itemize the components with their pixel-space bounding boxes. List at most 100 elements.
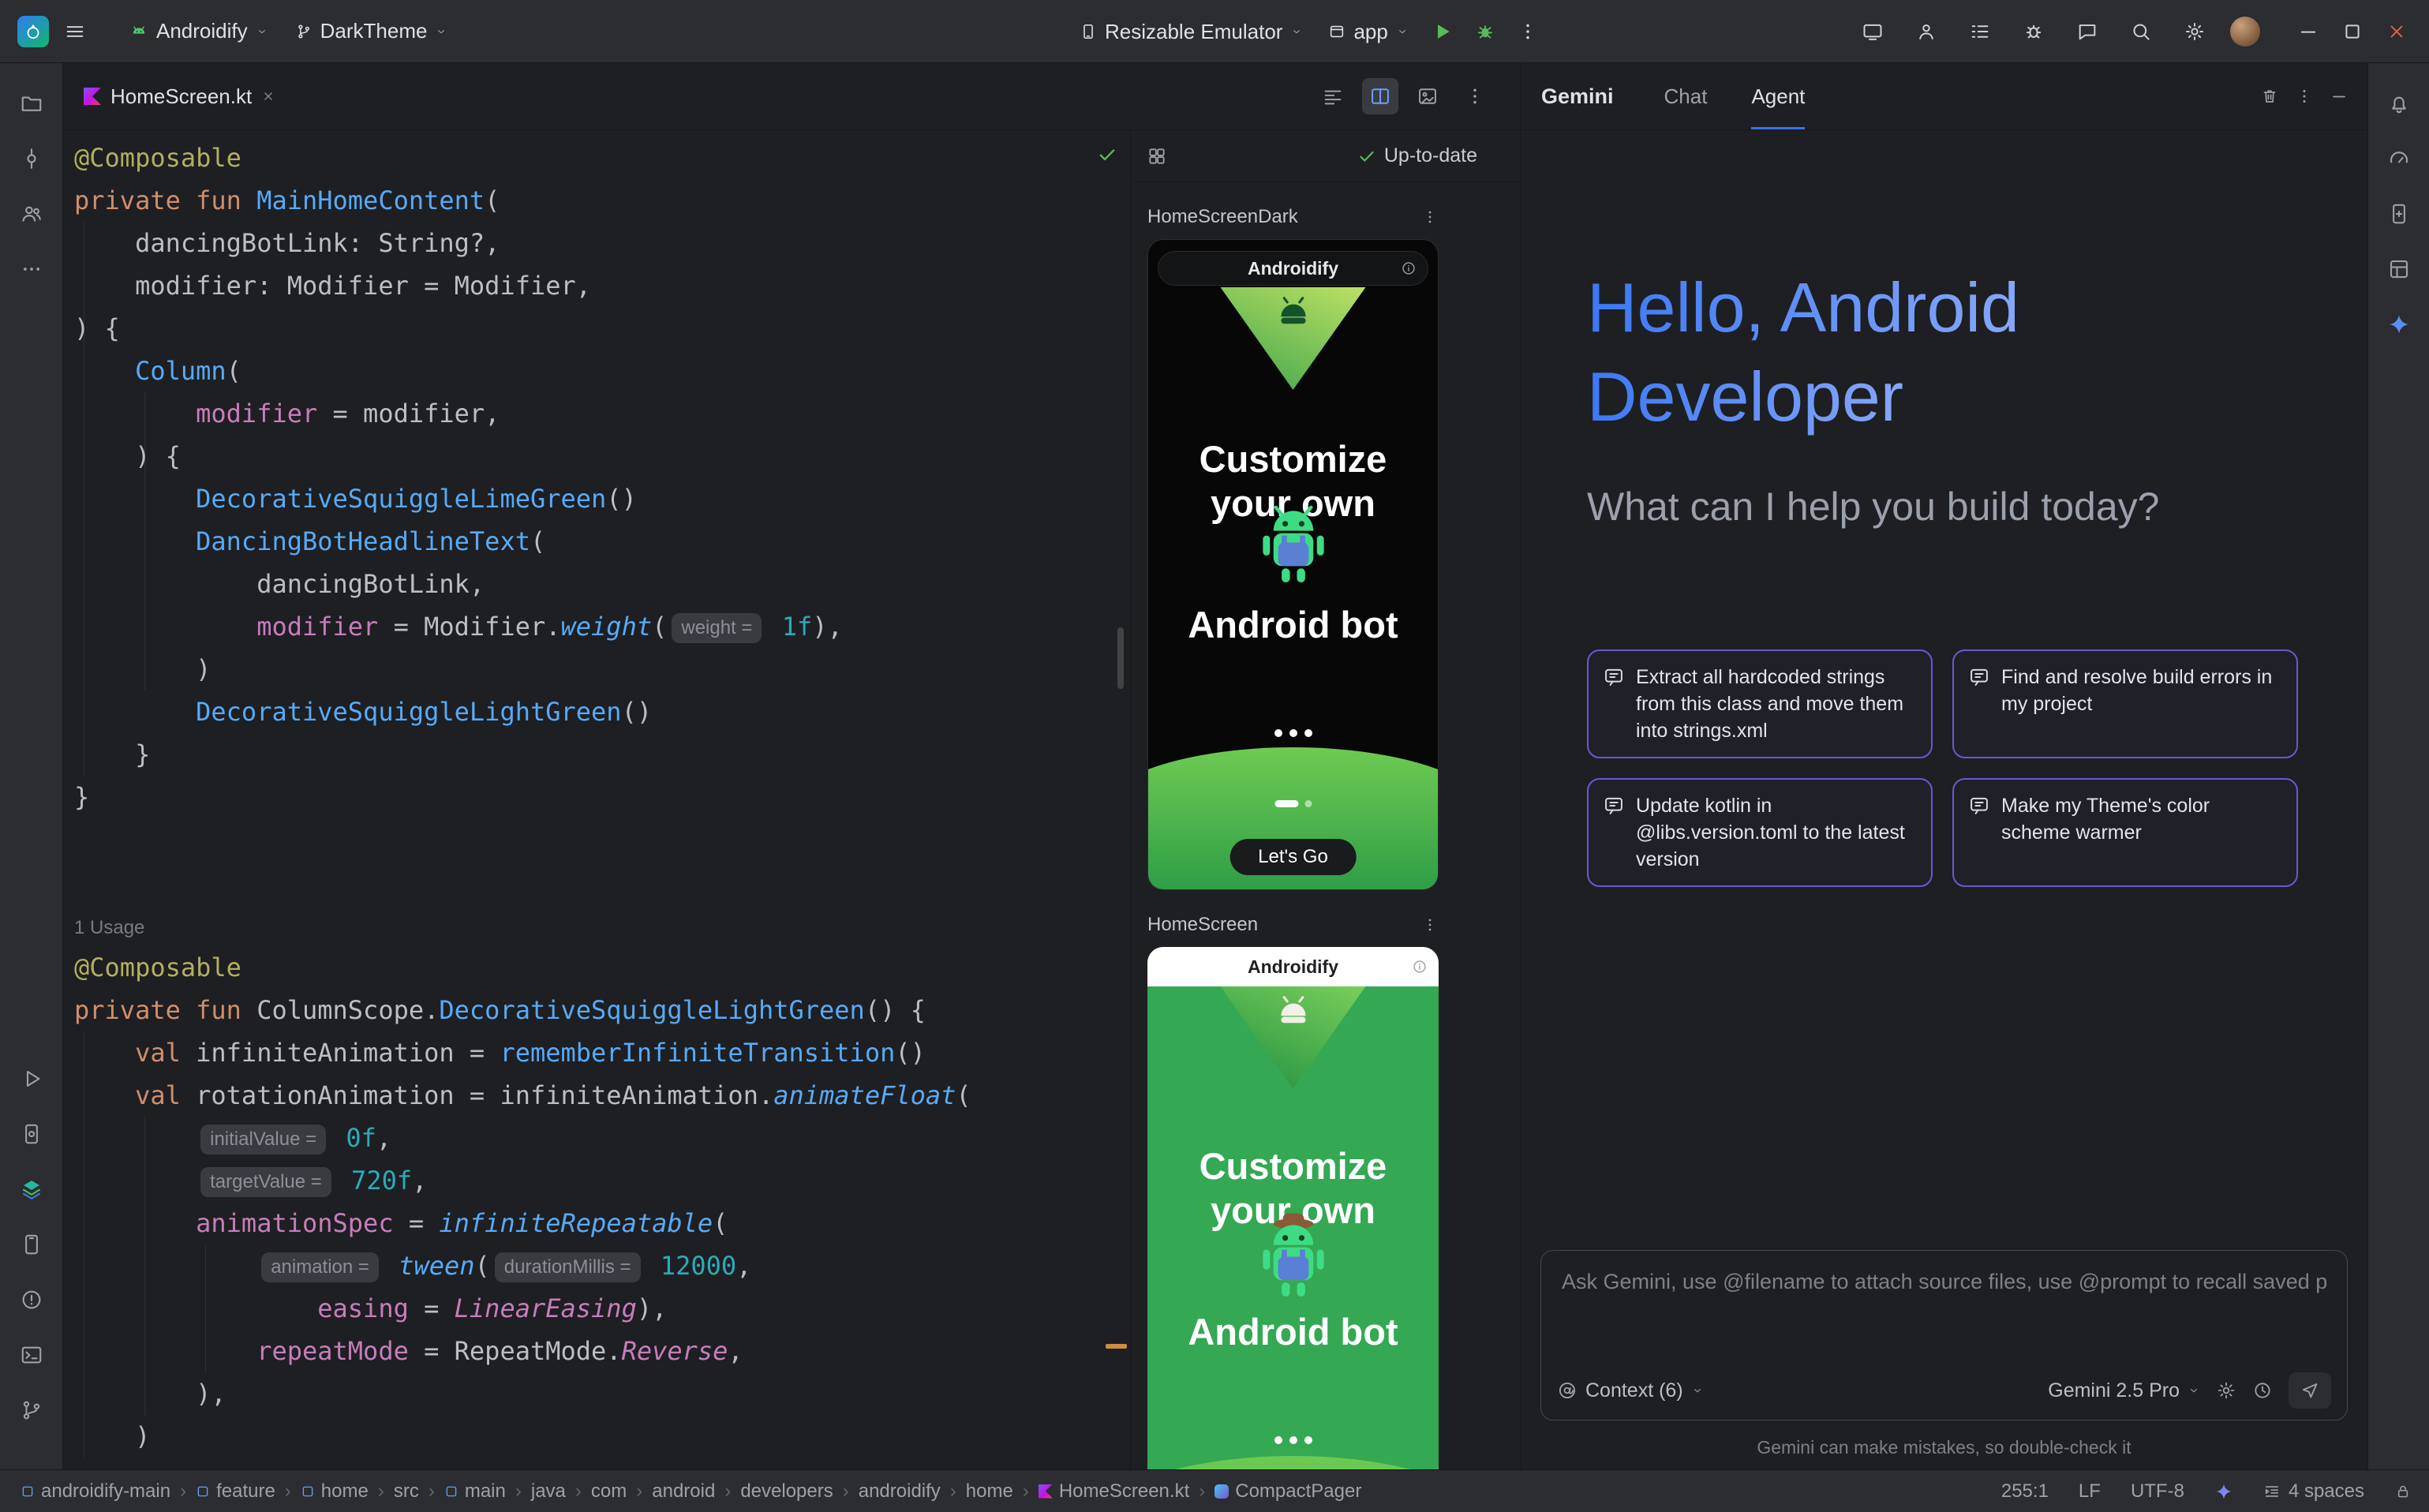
preview-more-icon[interactable] <box>1421 208 1439 226</box>
code-line[interactable]: modifier = Modifier.weight(weight = 1f), <box>74 605 1130 648</box>
suggestion-card[interactable]: Update kotlin in @libs.version.toml to t… <box>1587 778 1933 887</box>
layout-inspector-button[interactable] <box>2381 251 2417 287</box>
code-line[interactable]: val rotationAnimation = infiniteAnimatio… <box>74 1074 1130 1117</box>
code-line[interactable]: DecorativeSquiggleLightGreen() <box>74 691 1130 733</box>
breadcrumb-item[interactable]: home <box>966 1480 1013 1503</box>
editor-tab-homescreen[interactable]: HomeScreen.kt <box>63 63 296 129</box>
maximize-button[interactable] <box>2334 13 2371 50</box>
checklist-button[interactable] <box>1962 13 1998 50</box>
suggestion-card[interactable]: Make my Theme's color scheme warmer <box>1952 778 2298 887</box>
run-config-selector[interactable]: app <box>1319 10 1417 53</box>
code-line[interactable]: dancingBotLink, <box>74 563 1130 605</box>
more-run-actions-button[interactable] <box>1510 13 1546 50</box>
users-button[interactable] <box>13 196 50 232</box>
more-v-button[interactable] <box>1457 78 1493 114</box>
project-selector[interactable]: Androidify <box>120 10 278 53</box>
code-line[interactable]: @Composable <box>74 137 1130 179</box>
tab-close-icon[interactable] <box>261 89 275 103</box>
suggestion-card[interactable]: Extract all hardcoded strings from this … <box>1587 649 1933 758</box>
preview-more-icon[interactable] <box>1421 916 1439 934</box>
avatar[interactable] <box>2230 17 2260 47</box>
split-view-button[interactable] <box>1362 78 1398 114</box>
code-editor[interactable]: @Composableprivate fun MainHomeContent( … <box>63 130 1130 1469</box>
code-line[interactable]: ) { <box>74 435 1130 477</box>
code-view-button[interactable] <box>1315 78 1351 114</box>
breadcrumb-item[interactable]: java <box>531 1480 566 1503</box>
device-explorer-button[interactable] <box>2381 196 2417 232</box>
code-line[interactable]: ) <box>74 648 1130 691</box>
code-line[interactable]: ) { <box>74 307 1130 350</box>
preview-homescreendark[interactable]: Androidify Customize your own <box>1147 239 1439 890</box>
indent-setting[interactable]: 4 spaces <box>2263 1480 2364 1503</box>
ai-spark-icon[interactable] <box>2214 1482 2233 1501</box>
breadcrumb-item[interactable]: src <box>394 1480 419 1503</box>
line-separator[interactable]: LF <box>2079 1480 2101 1503</box>
lock-icon[interactable] <box>2394 1483 2412 1500</box>
version-control-button[interactable] <box>13 1392 50 1428</box>
gemini-prompt-input[interactable] <box>1562 1270 2326 1294</box>
notifications-button[interactable] <box>2381 85 2417 122</box>
chat-button[interactable] <box>2069 13 2105 50</box>
code-line[interactable]: @Composable <box>74 946 1130 989</box>
run-outline-button[interactable] <box>13 1061 50 1097</box>
code-line[interactable]: Column( <box>74 350 1130 392</box>
code-line[interactable]: ), <box>74 1372 1130 1415</box>
breadcrumb-item[interactable]: feature <box>196 1480 275 1503</box>
code-line[interactable]: 1 Usage <box>74 904 1130 946</box>
code-line[interactable]: easing = LinearEasing), <box>74 1287 1130 1330</box>
gemini-input-box[interactable]: Context (6) Gemini 2.5 Pro <box>1540 1250 2348 1420</box>
history-icon[interactable] <box>2252 1380 2273 1401</box>
caret-position[interactable]: 255:1 <box>2001 1480 2049 1503</box>
design-view-button[interactable] <box>1409 78 1446 114</box>
code-line[interactable]: private fun ColumnScope.DecorativeSquigg… <box>74 989 1130 1031</box>
code-line[interactable]: private fun MainHomeContent( <box>74 179 1130 222</box>
profiler-button[interactable] <box>2381 140 2417 177</box>
code-line[interactable]: initialValue = 0f, <box>74 1117 1130 1159</box>
terminal-button[interactable] <box>13 1337 50 1373</box>
code-line[interactable]: dancingBotLink: String?, <box>74 222 1130 264</box>
breadcrumb-item[interactable]: main <box>444 1480 506 1503</box>
minimize-button[interactable] <box>2290 13 2326 50</box>
device-manager-button[interactable] <box>13 1116 50 1152</box>
minimize-panel-icon[interactable] <box>2330 87 2349 106</box>
code-line[interactable]: ) <box>74 1415 1130 1458</box>
editor-scrollbar[interactable] <box>1117 627 1124 689</box>
problems-button[interactable] <box>13 1282 50 1318</box>
more-vertical-icon[interactable] <box>2295 87 2314 106</box>
breadcrumb-item[interactable]: androidify <box>859 1480 941 1503</box>
settings-button[interactable] <box>2176 13 2213 50</box>
cast-button[interactable] <box>1854 13 1891 50</box>
code-line[interactable]: animation = tween(durationMillis = 12000… <box>74 1244 1130 1287</box>
code-line[interactable]: } <box>74 776 1130 818</box>
code-line[interactable]: val infiniteAnimation = rememberInfinite… <box>74 1031 1130 1074</box>
code-line[interactable]: DancingBotHeadlineText( <box>74 520 1130 563</box>
gemini-spark-button[interactable] <box>2381 306 2417 342</box>
breadcrumb-item[interactable]: developers <box>740 1480 833 1503</box>
run-button[interactable] <box>1424 13 1461 50</box>
inspections-ok-icon[interactable] <box>1097 144 1117 165</box>
suggestion-card[interactable]: Find and resolve build errors in my proj… <box>1952 649 2298 758</box>
tab-chat[interactable]: Chat <box>1664 63 1708 129</box>
code-line[interactable]: modifier: Modifier = Modifier, <box>74 264 1130 307</box>
file-encoding[interactable]: UTF-8 <box>2131 1480 2184 1503</box>
code-line[interactable]: DecorativeSquiggleLimeGreen() <box>74 477 1130 520</box>
breadcrumb-item[interactable]: HomeScreen.kt <box>1039 1480 1189 1503</box>
code-line[interactable] <box>74 861 1130 904</box>
send-button[interactable] <box>2289 1372 2331 1409</box>
breadcrumb-item[interactable]: CompactPager <box>1214 1480 1361 1503</box>
breadcrumb-item[interactable]: com <box>591 1480 627 1503</box>
trash-icon[interactable] <box>2260 87 2279 106</box>
folder-button[interactable] <box>13 85 50 122</box>
assistant-button[interactable] <box>1908 13 1944 50</box>
tab-agent[interactable]: Agent <box>1751 63 1805 129</box>
gallery-view-icon[interactable] <box>1147 146 1167 167</box>
debug-button[interactable] <box>1467 13 1503 50</box>
context-selector[interactable]: Context (6) <box>1557 1379 1704 1402</box>
lets-go-button[interactable]: Let's Go <box>1229 839 1357 875</box>
code-line[interactable]: targetValue = 720f, <box>74 1159 1130 1202</box>
device-selector[interactable]: Resizable Emulator <box>1070 10 1312 53</box>
code-line[interactable]: modifier = modifier, <box>74 392 1130 435</box>
code-line[interactable]: } <box>74 733 1130 776</box>
breadcrumb-item[interactable]: androidify-main <box>21 1480 170 1503</box>
ai-bug-button[interactable] <box>2015 13 2052 50</box>
